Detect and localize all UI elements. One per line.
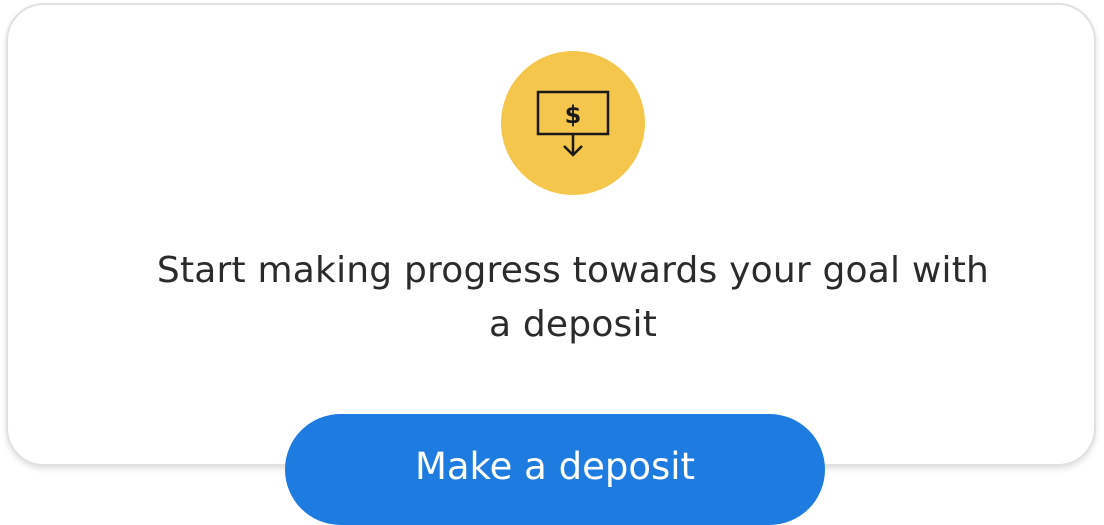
make-deposit-button[interactable]: Make a deposit [285,414,825,525]
svg-text:$: $ [565,101,582,129]
screen-dollar-down-arrow-icon: $ [536,90,610,157]
deposit-icon: $ [501,51,645,195]
deposit-message: Start making progress towards your goal … [156,250,990,345]
